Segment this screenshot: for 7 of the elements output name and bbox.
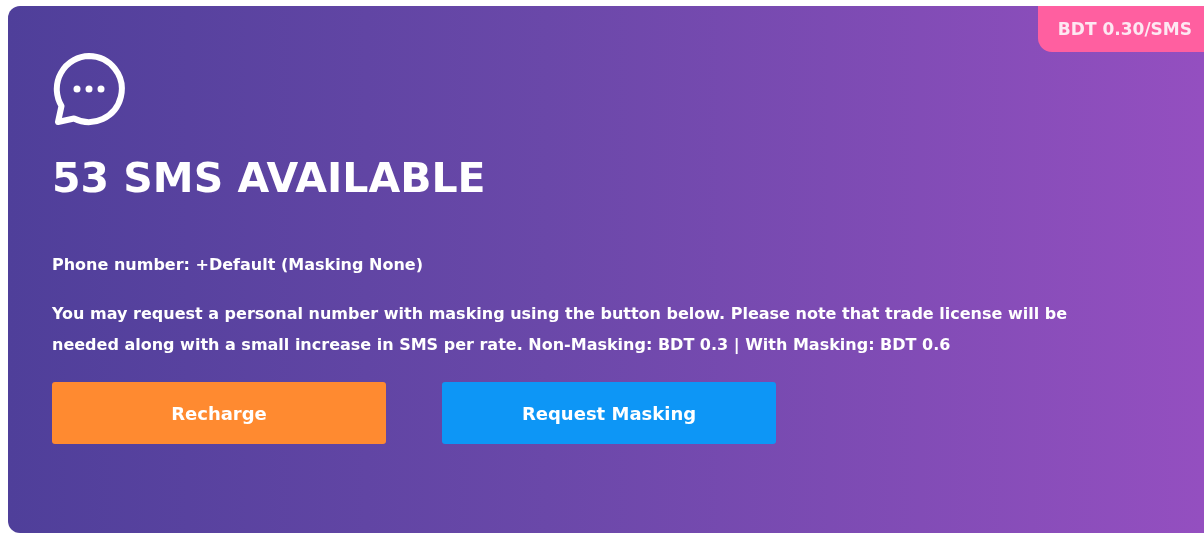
- sms-count-title: 53 SMS AVAILABLE: [52, 154, 487, 204]
- phone-number-text: Phone number: +Default (Masking None): [52, 255, 424, 275]
- masking-description: You may request a personal number with masking using the button below. Please note that trade license will be needed along with a small increase in SMS per rate. Non-Masking: BDT 0.3 | With Masking: BDT 0.6: [52, 303, 1068, 357]
- rate-badge: BDT 0.30/SMS: [1037, 6, 1204, 52]
- recharge-button[interactable]: Recharge: [52, 382, 386, 445]
- request-masking-button[interactable]: Request Masking: [442, 382, 776, 445]
- chat-bubble-icon: [52, 52, 126, 126]
